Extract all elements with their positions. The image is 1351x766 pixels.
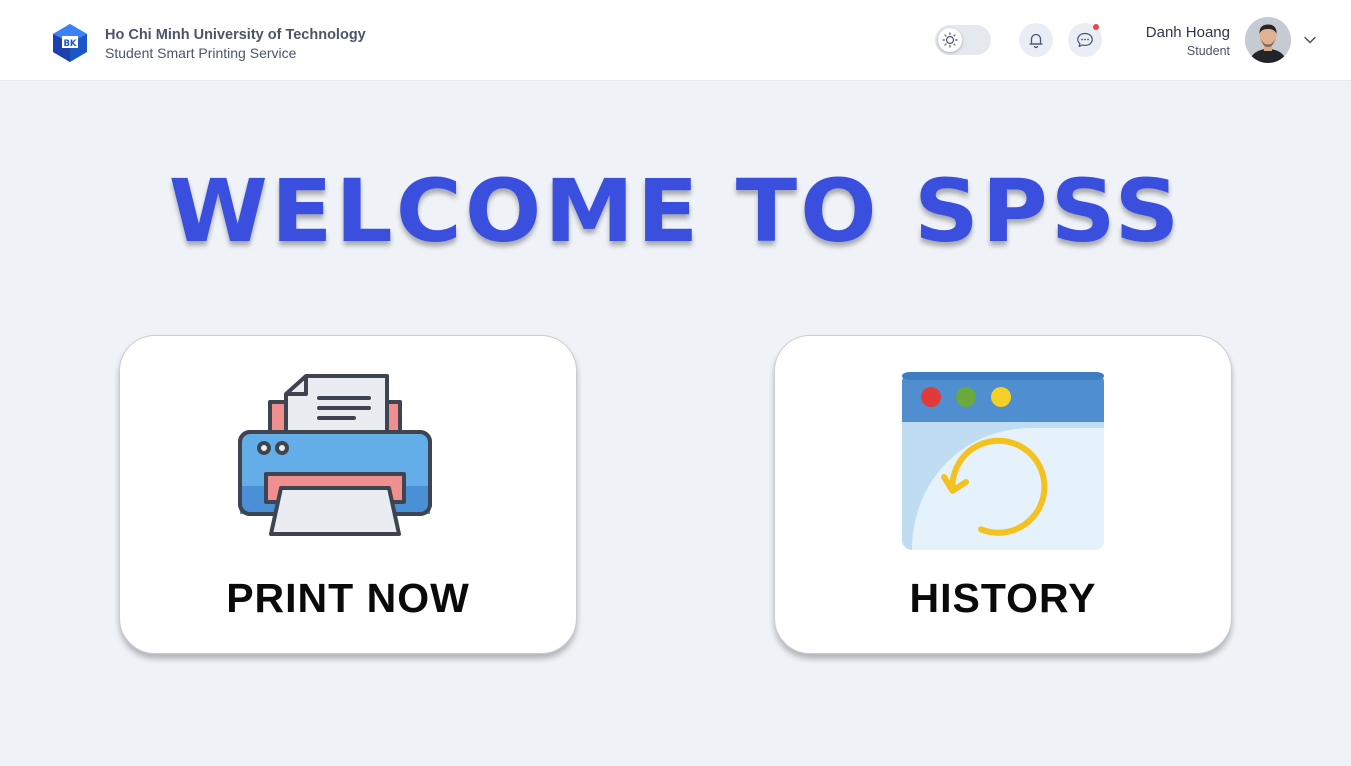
user-role: Student bbox=[1186, 44, 1230, 58]
message-indicator-dot bbox=[1093, 24, 1099, 30]
brand-block: Ho Chi Minh University of Technology Stu… bbox=[105, 26, 366, 62]
top-bar: BK Ho Chi Minh University of Technology … bbox=[0, 0, 1351, 81]
bk-logo-icon[interactable]: BK bbox=[51, 24, 89, 62]
printer-icon bbox=[120, 336, 576, 556]
service-name: Student Smart Printing Service bbox=[105, 45, 297, 61]
history-card[interactable]: HISTORY bbox=[774, 335, 1232, 654]
welcome-title: WELCOME TO SPSS bbox=[168, 161, 1183, 262]
chevron-down-icon bbox=[1304, 36, 1316, 44]
user-name: Danh Hoang bbox=[1145, 24, 1230, 41]
user-menu-toggle[interactable] bbox=[1302, 32, 1318, 53]
theme-toggle[interactable] bbox=[935, 25, 991, 55]
avatar[interactable] bbox=[1245, 17, 1291, 63]
print-now-card[interactable]: PRINT NOW bbox=[119, 335, 577, 654]
sun-icon bbox=[942, 32, 958, 48]
bell-icon bbox=[1029, 33, 1043, 49]
chat-bubble-icon bbox=[1077, 32, 1093, 48]
notifications-button[interactable] bbox=[1019, 23, 1053, 57]
svg-text:BK: BK bbox=[63, 39, 76, 49]
history-icon bbox=[775, 336, 1231, 556]
print-now-label: PRINT NOW bbox=[226, 575, 470, 621]
university-name: Ho Chi Minh University of Technology bbox=[105, 27, 366, 43]
toggle-knob bbox=[938, 28, 962, 52]
history-label: HISTORY bbox=[909, 575, 1097, 621]
messages-button[interactable] bbox=[1068, 23, 1102, 57]
